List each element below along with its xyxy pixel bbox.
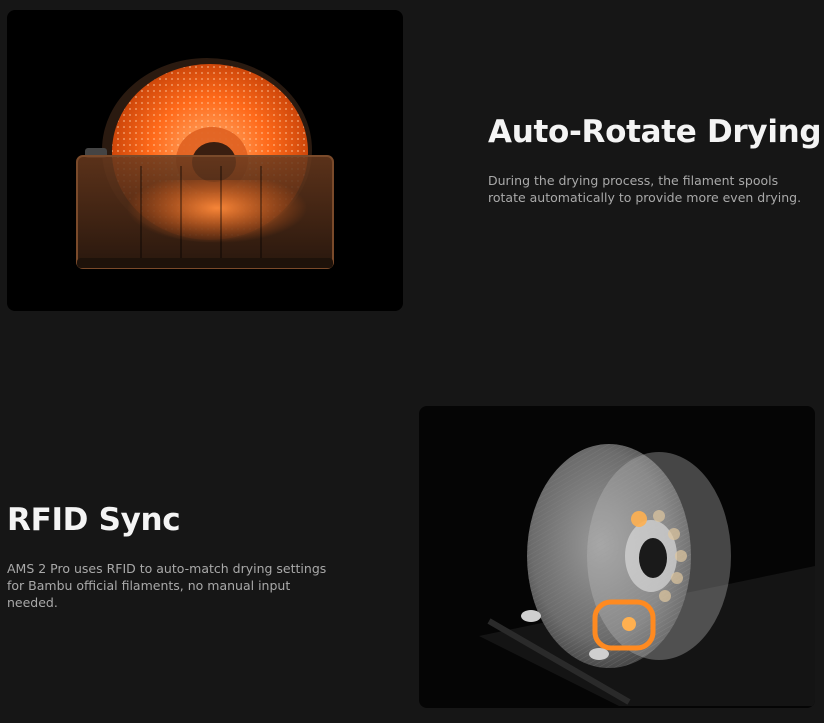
feature-description: During the drying process, the filament …: [488, 173, 802, 205]
feature-title: Auto-Rotate Drying: [488, 114, 822, 150]
auto-rotate-drying-image: [7, 10, 403, 311]
dryer-illustration: [76, 58, 334, 269]
feature-description: AMS 2 Pro uses RFID to auto-match drying…: [7, 561, 327, 610]
rfid-sync-image: [419, 406, 815, 708]
feature-title: RFID Sync: [7, 502, 181, 538]
spool-rfid-illustration: [479, 444, 815, 706]
